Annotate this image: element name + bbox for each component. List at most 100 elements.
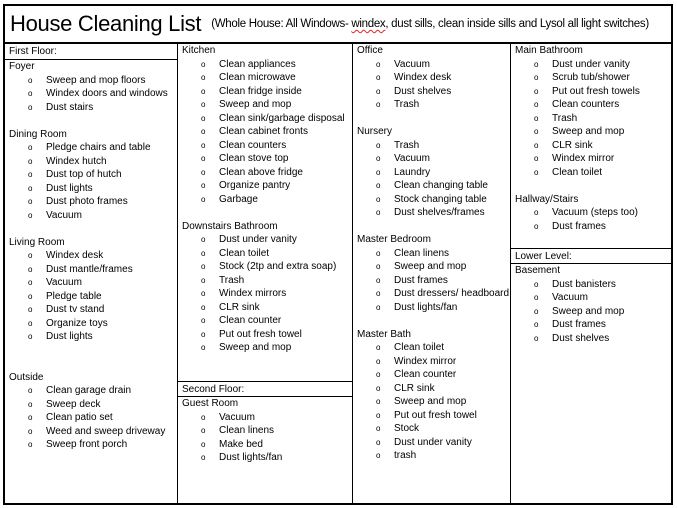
task-item: o Trash (515, 112, 671, 126)
task-text: Sweep deck (46, 398, 101, 410)
bullet-icon: o (201, 181, 206, 190)
task-text: Dust frames (552, 220, 606, 232)
task-list: o Vacuum (steps too) o Dust frames (515, 206, 671, 233)
bullet-icon: o (201, 194, 206, 204)
task-item: o Sweep and mop (182, 341, 352, 355)
room-downstairs-bathroom: Downstairs Bathroom o Dust under vanity o Cl… (178, 220, 352, 355)
bullet-icon: o (28, 102, 33, 112)
room-title: Dining Room (9, 128, 67, 140)
task-list: o Clean appliances o Clean microwave o Clean … (182, 58, 352, 207)
room-outside: Outside o Clean garage drain o Sweep deck o Cl… (5, 371, 177, 452)
task-list: o Vacuum o Windex desk o Dust shelves o Trash (357, 58, 510, 112)
task-item: o Vacuum (9, 276, 177, 290)
task-item: o Windex mirror (357, 355, 510, 369)
header-row: House Cleaning List (Whole House: All Wi… (5, 6, 671, 44)
task-text: Dust under vanity (552, 58, 630, 70)
task-item: o Vacuum (357, 152, 510, 166)
task-item: o trash (357, 449, 510, 463)
task-item: o Sweep and mop (515, 305, 671, 319)
bullet-icon: o (28, 440, 33, 449)
task-item: o Clean counter (182, 314, 352, 328)
task-text: Organize toys (46, 317, 108, 329)
page-subtitle: (Whole House: All Windows- windex, dust … (211, 18, 649, 30)
room-guest-room: Guest Room o Vacuum o Clean linens o Make bed o… (178, 397, 352, 465)
bullet-icon: o (201, 412, 206, 422)
bullet-icon: o (376, 451, 381, 460)
task-text: Vacuum (46, 209, 82, 221)
task-item: o Clean linens (357, 247, 510, 261)
task-item: o Windex desk (9, 249, 177, 263)
bullet-icon: o (376, 437, 381, 447)
bullet-icon: o (376, 343, 381, 352)
task-item: o Dust frames (515, 318, 671, 332)
task-text: Pledge chairs and table (46, 142, 151, 153)
task-text: Clean stove top (219, 153, 289, 164)
task-text: Trash (552, 112, 578, 124)
bullet-icon: o (376, 194, 381, 204)
task-item: o Vacuum (182, 411, 352, 425)
task-item: o Windex doors and windows (9, 87, 177, 101)
task-text: Put out fresh towel (219, 328, 302, 340)
task-text: Laundry (394, 166, 431, 178)
task-list: o Trash o Vacuum o Laundry o Clean changing tab… (357, 139, 510, 220)
task-text: Vacuum (steps too) (552, 207, 638, 218)
room-office: Office o Vacuum o Windex desk o Dust shelves o T… (353, 44, 510, 112)
bullet-icon: o (28, 264, 33, 274)
room-title: Basement (515, 265, 561, 276)
task-list: o Vacuum o Clean linens o Make bed o Dust light… (182, 411, 352, 465)
task-item: o Stock changing table (357, 193, 510, 207)
task-text: Sweep and mop (219, 99, 292, 110)
task-item: o Windex hutch (9, 155, 177, 169)
task-item: o Sweep and mop floors (9, 74, 177, 88)
task-text: Dust frames (394, 274, 448, 286)
bullet-icon: o (201, 426, 206, 435)
task-text: Dust under vanity (219, 234, 297, 245)
column-kitchen: Kitchen o Clean appliances o Clean microwave… (178, 44, 353, 503)
room-title: Hallway/Stairs (515, 193, 579, 205)
bullet-icon: o (201, 100, 206, 109)
task-text: Clean sink/garbage disposal (219, 112, 345, 124)
task-text: Clean toilet (552, 166, 603, 178)
room-basement: Basement o Dust banisters o Vacuum o Sweep and… (511, 264, 671, 345)
task-list: o Dust banisters o Vacuum o Sweep and mop o Dus… (515, 278, 671, 346)
task-item: o Sweep and mop (357, 395, 510, 409)
task-item: o Dust shelves/frames (357, 206, 510, 220)
task-item: o Dust shelves (357, 85, 510, 99)
task-text: Sweep and mop (219, 342, 292, 353)
task-item: o Put out fresh towel (357, 409, 510, 423)
subtitle-text-1: (Whole House: All Windows- (211, 18, 352, 30)
task-text: Pledge table (46, 290, 102, 302)
task-item: o Trash (357, 139, 510, 153)
task-text: Make bed (219, 438, 263, 450)
task-text: Trash (219, 274, 245, 286)
room-hallway-stairs: Hallway/Stairs o Vacuum (steps too) o Dust f… (511, 193, 671, 234)
bullet-icon: o (28, 89, 33, 98)
task-item: o Dust lights/fan (182, 451, 352, 465)
task-text: Stock changing table (394, 193, 487, 205)
task-item: o Pledge chairs and table (9, 141, 177, 155)
task-item: o Sweep and mop (515, 125, 671, 139)
task-item: o Clean garage drain (9, 384, 177, 398)
room-title: Kitchen (182, 45, 216, 56)
task-text: Dust lights/fan (219, 452, 283, 463)
task-text: Windex hutch (46, 155, 107, 167)
task-text: CLR sink (552, 139, 593, 151)
task-text: Dust lights/fan (394, 301, 458, 313)
task-text: Dust shelves (394, 85, 452, 97)
task-text: Stock (2tp and extra soap) (219, 261, 337, 272)
bullet-icon: o (201, 73, 206, 82)
task-item: o Vacuum (9, 209, 177, 223)
task-item: o CLR sink (357, 382, 510, 396)
task-item: o Clean toilet (515, 166, 671, 180)
task-text: Sweep and mop floors (46, 74, 146, 86)
bullet-icon: o (534, 86, 539, 96)
bullet-icon: o (201, 59, 206, 69)
bullet-icon: o (28, 183, 33, 193)
task-text: Trash (394, 99, 420, 110)
task-item: o Trash (357, 98, 510, 112)
bullet-icon: o (28, 278, 33, 287)
task-list: o Windex desk o Dust mantle/frames o Vacuum o P… (9, 249, 177, 344)
bullet-icon: o (28, 197, 33, 206)
task-item: o Dust under vanity (357, 436, 510, 450)
subtitle-text-2: , dust sills, clean inside sills and Lys… (385, 18, 649, 30)
